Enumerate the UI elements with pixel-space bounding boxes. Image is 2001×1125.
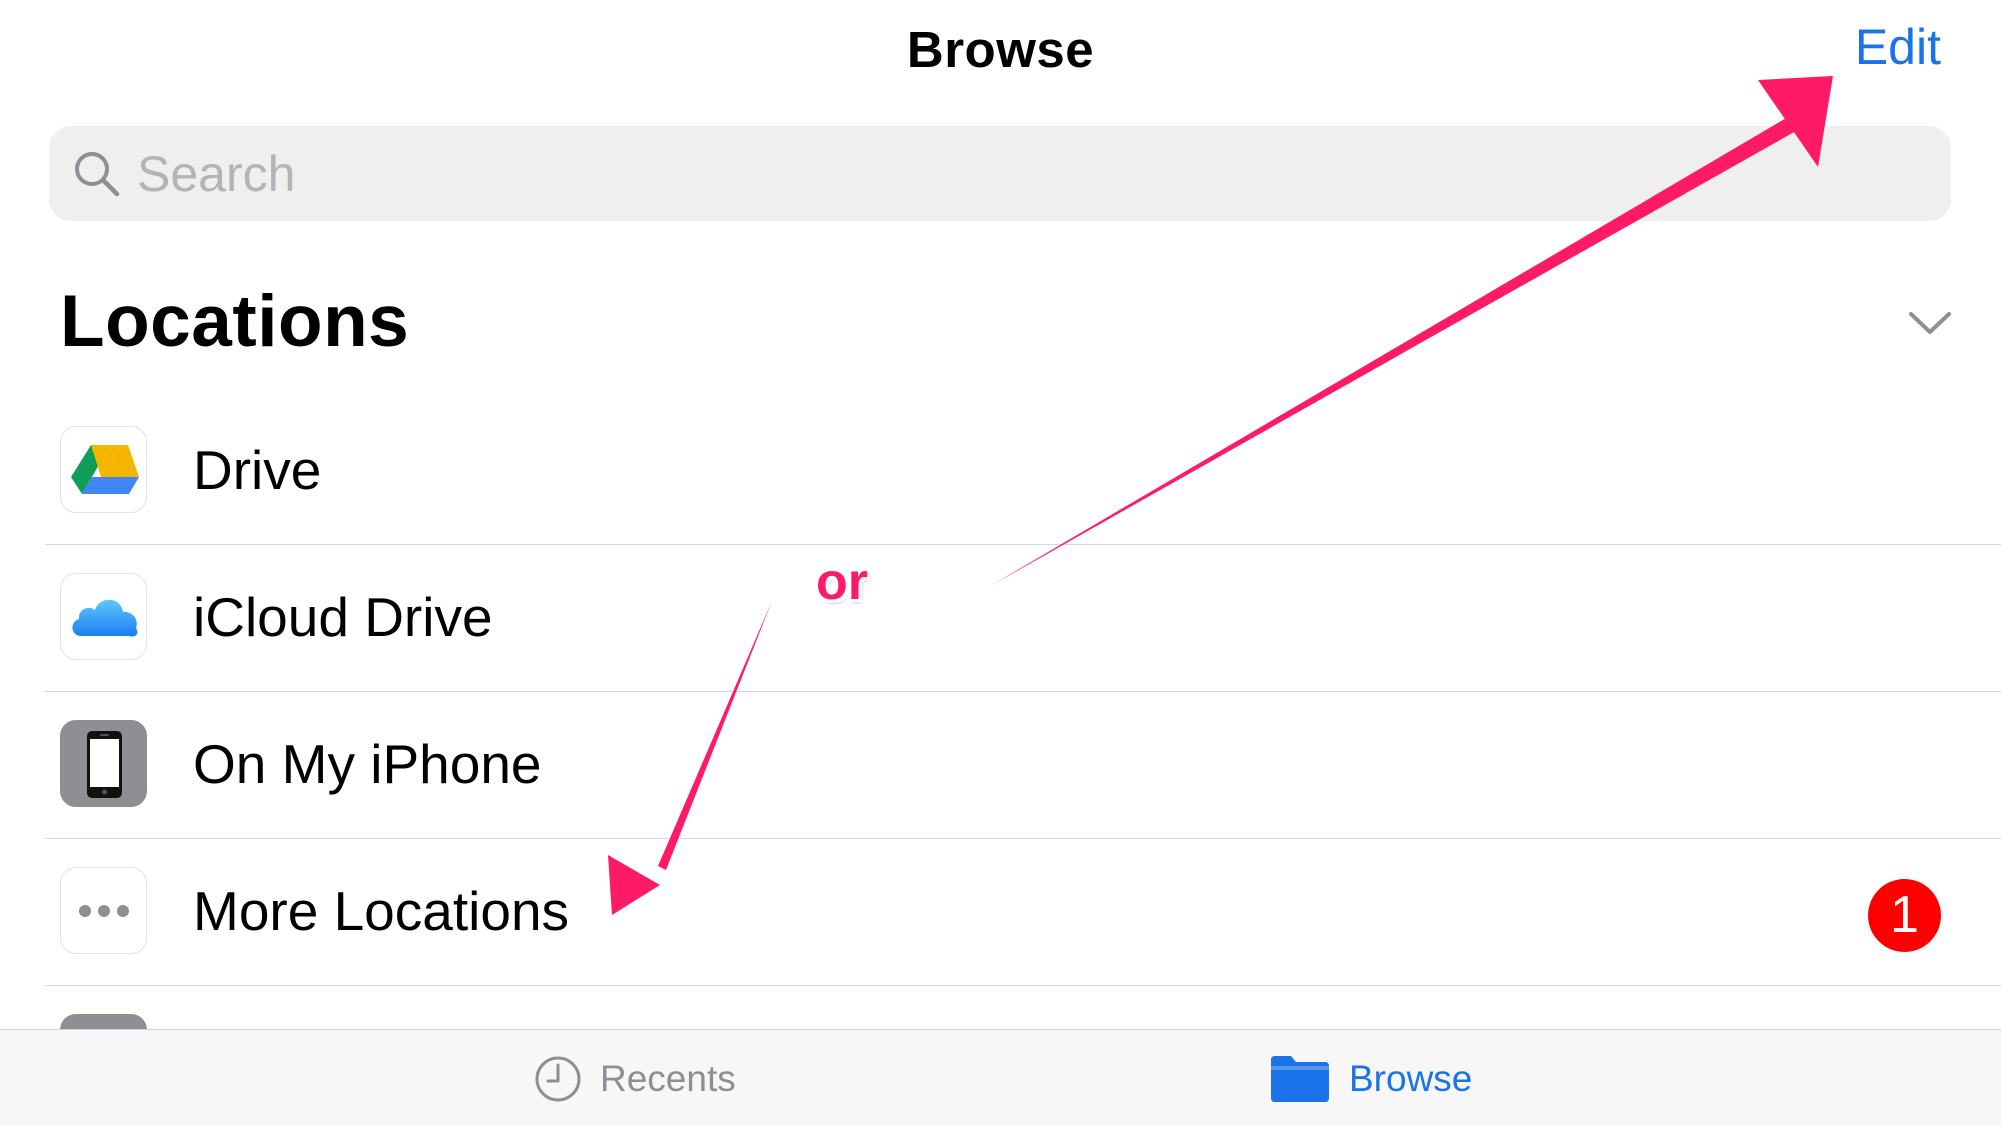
google-drive-icon xyxy=(60,426,147,513)
tab-recents[interactable]: Recents xyxy=(530,1030,750,1125)
files-browse-screen: Browse Edit Locations Drive xyxy=(0,0,2001,1125)
location-label: iCloud Drive xyxy=(193,586,493,648)
iphone-icon xyxy=(60,720,147,807)
notification-badge: 1 xyxy=(1868,879,1941,952)
annotation-or-label: or xyxy=(816,553,868,611)
search-input[interactable] xyxy=(137,126,1917,221)
location-row-more-locations[interactable]: More Locations 1 xyxy=(0,839,2001,986)
search-icon xyxy=(75,152,120,197)
edit-button[interactable]: Edit xyxy=(1855,18,1941,76)
locations-heading: Locations xyxy=(60,281,410,362)
location-row-drive[interactable]: Drive xyxy=(0,398,2001,545)
divider xyxy=(45,984,2001,986)
tab-browse[interactable]: Browse xyxy=(1268,1030,1488,1125)
page-title: Browse xyxy=(906,21,1095,78)
tab-bar: Recents Browse xyxy=(0,1029,2001,1125)
tab-label: Browse xyxy=(1349,1058,1473,1099)
folder-icon xyxy=(1271,1056,1329,1102)
location-label: More Locations xyxy=(193,880,570,942)
icloud-icon xyxy=(60,573,147,660)
chevron-down-icon[interactable] xyxy=(1905,298,1955,348)
clock-icon xyxy=(535,1056,581,1102)
location-label: Drive xyxy=(193,439,322,501)
more-dots-icon xyxy=(60,867,147,954)
location-row-on-my-iphone[interactable]: On My iPhone xyxy=(0,692,2001,839)
location-label: On My iPhone xyxy=(193,733,542,795)
tab-label: Recents xyxy=(600,1058,736,1099)
search-bar[interactable] xyxy=(49,126,1951,221)
location-row-icloud-drive[interactable]: iCloud Drive xyxy=(0,545,2001,692)
